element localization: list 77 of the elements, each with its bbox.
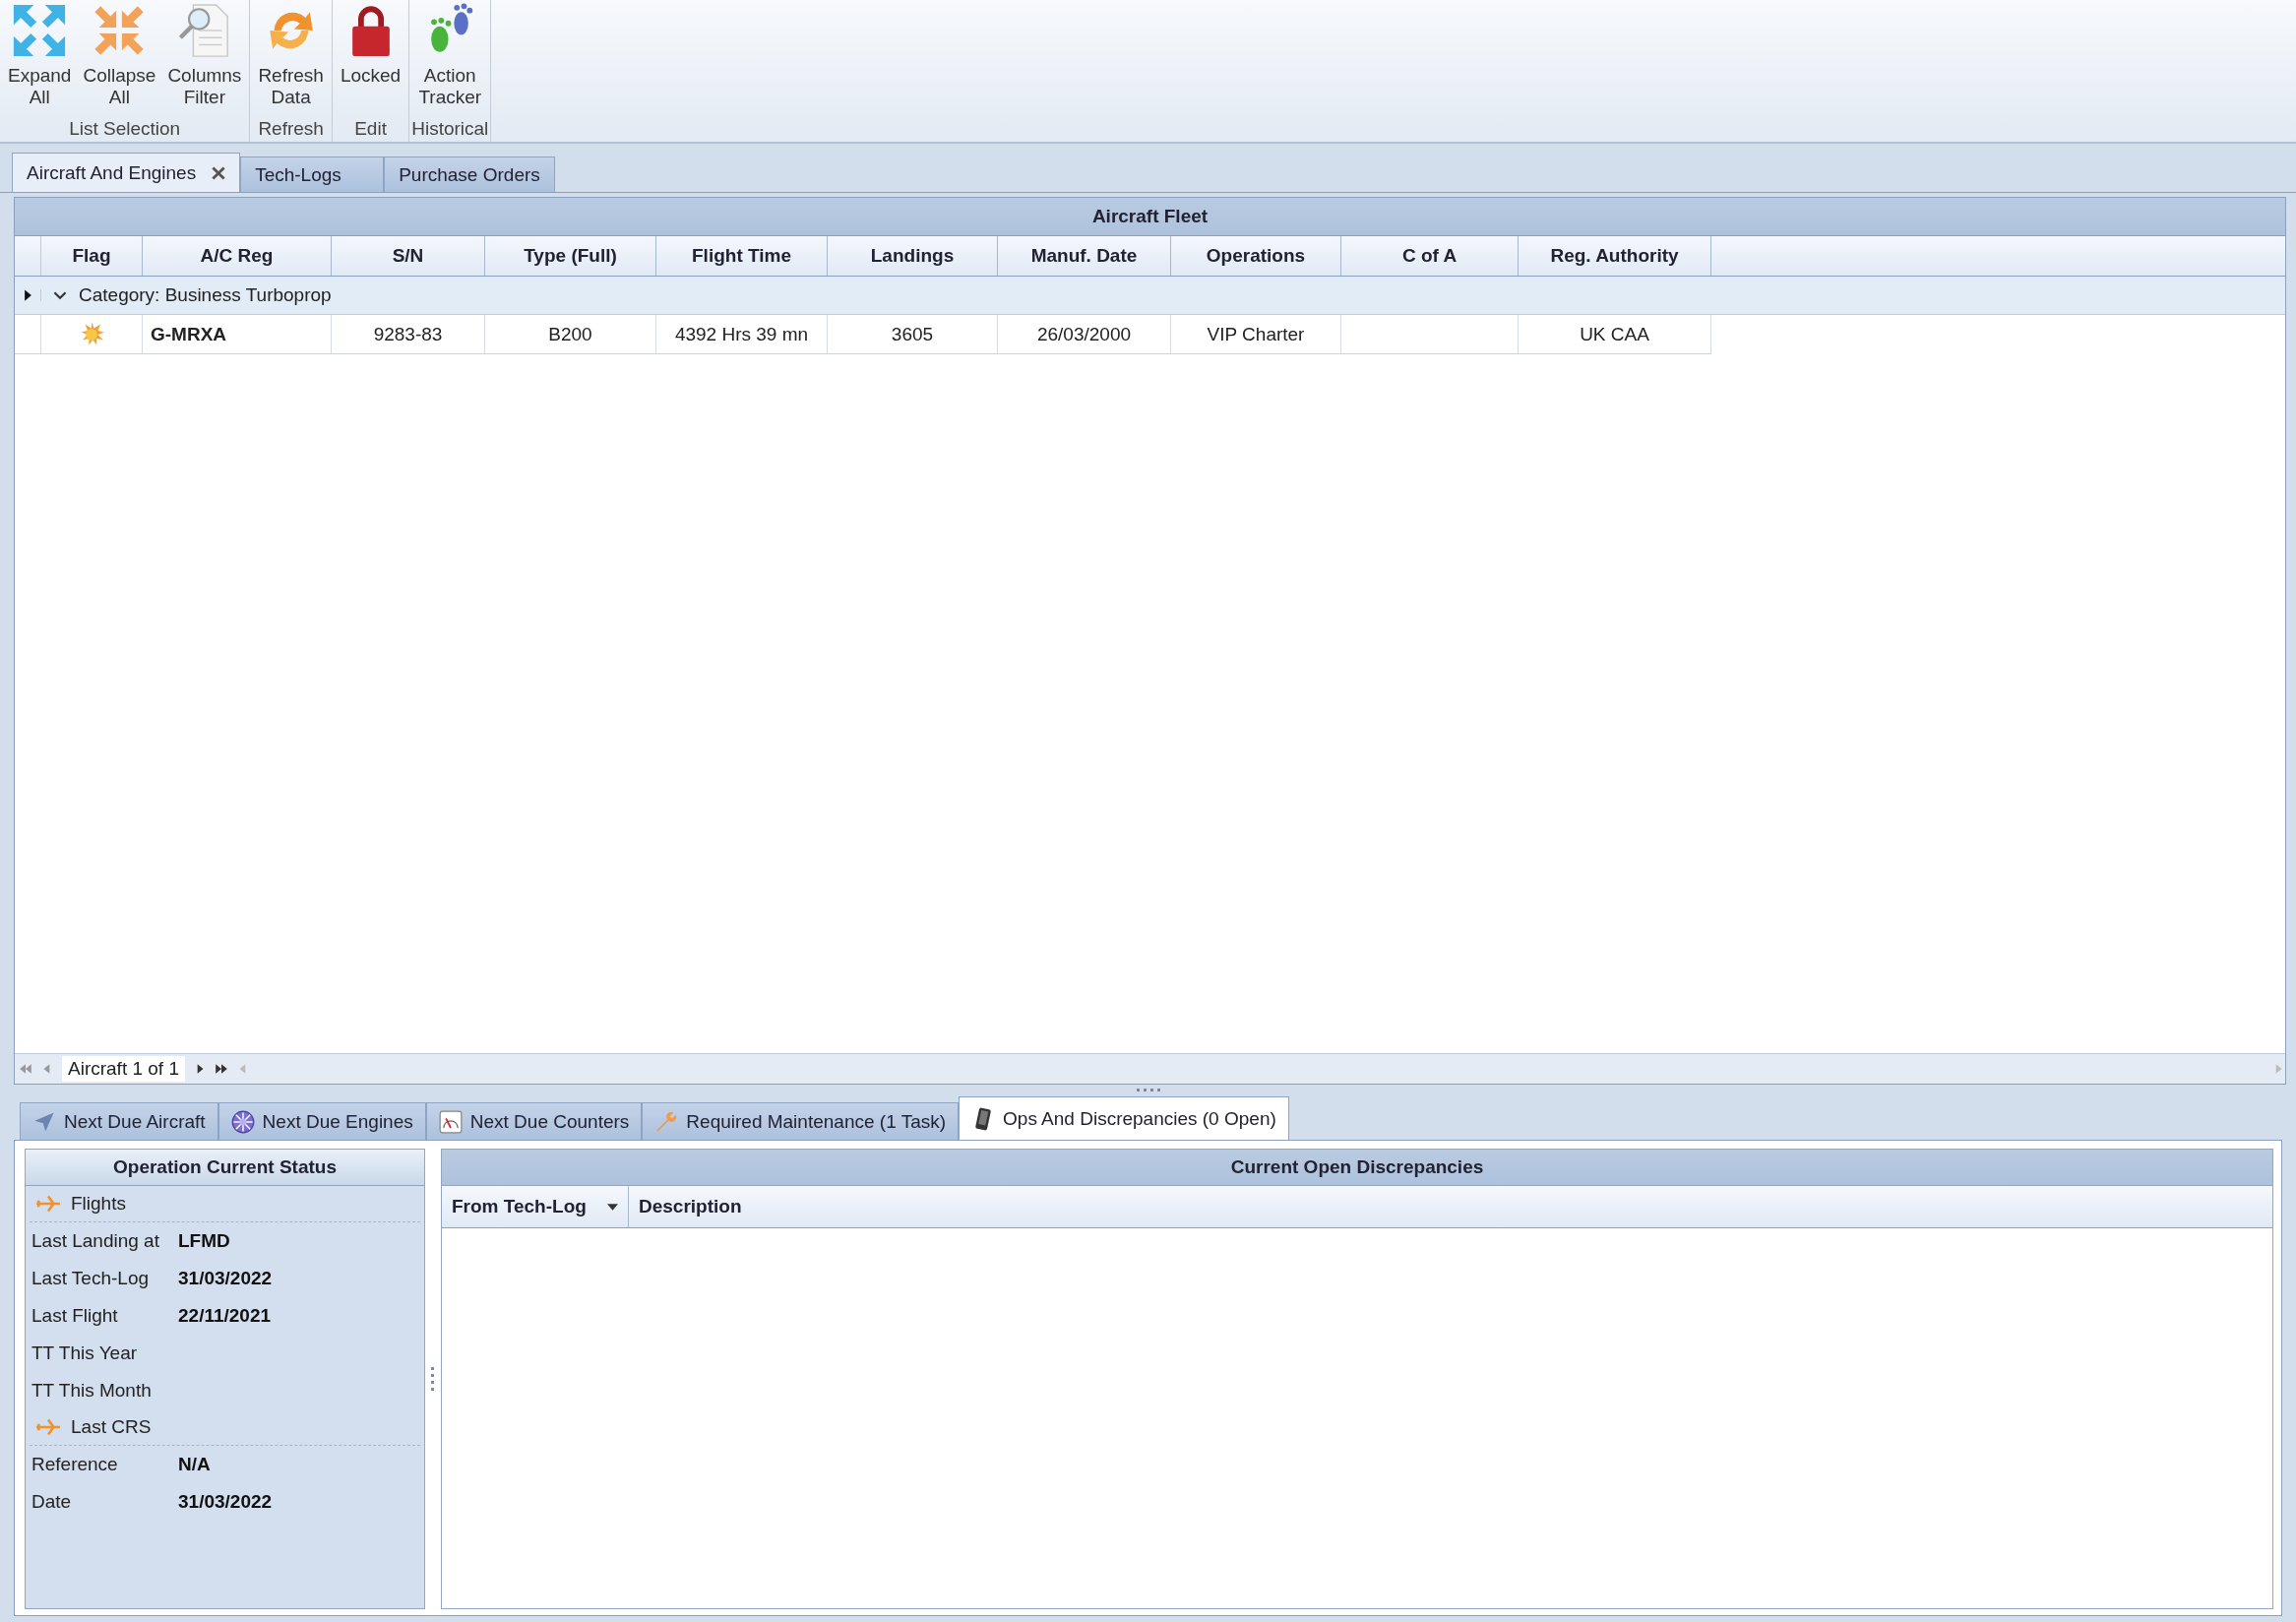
ribbon-group-label: Historical [411, 118, 489, 141]
field-value: 31/03/2022 [178, 1268, 273, 1289]
field-label: Last Tech-Log [31, 1268, 150, 1289]
wrench-icon [654, 1109, 679, 1134]
gauge-icon [438, 1109, 463, 1134]
column-header[interactable]: Operations [1171, 236, 1341, 276]
pager-label: Aircraft 1 of 1 [62, 1056, 185, 1082]
table-cell: UK CAA [1519, 315, 1711, 353]
ribbon-group-label: Edit [354, 118, 387, 141]
document-tab[interactable]: Aircraft And Engines [12, 153, 241, 192]
ribbon-button[interactable]: Locked [334, 0, 407, 118]
column-header[interactable]: A/C Reg [143, 236, 332, 276]
section-title: Flights [71, 1193, 126, 1215]
close-icon[interactable] [212, 165, 226, 180]
group-label: Category: Business Turboprop [79, 284, 332, 306]
field-value: N/A [178, 1454, 211, 1475]
detail-tab[interactable]: Next Due Counters [425, 1102, 643, 1140]
field-value: LFMD [178, 1230, 230, 1252]
splitter-grip[interactable] [431, 1367, 435, 1391]
detail-tab[interactable]: Ops And Discrepancies (0 Open) [959, 1096, 1289, 1140]
panel-title: Operation Current Status [26, 1150, 424, 1186]
table-cell: VIP Charter [1171, 315, 1341, 353]
field-label: Reference [31, 1454, 119, 1475]
tab-label: Next Due Aircraft [64, 1110, 206, 1133]
column-header[interactable]: Description [629, 1186, 752, 1227]
panel-title: Current Open Discrepancies [442, 1150, 2272, 1186]
table-cell: 4392 Hrs 39 mn [656, 315, 828, 353]
ribbon-button[interactable]: Refresh Data [252, 0, 330, 118]
tab-label: Purchase Orders [399, 163, 540, 186]
airplane-icon [35, 1195, 61, 1213]
fan-icon [230, 1109, 255, 1134]
column-header[interactable]: Reg. Authority [1519, 236, 1711, 276]
ribbon-group-label: Refresh [258, 118, 324, 141]
document-tab[interactable]: Purchase Orders [384, 156, 555, 192]
ribbon-button[interactable]: Action Tracker [412, 0, 488, 118]
field-label: TT This Year [31, 1342, 139, 1364]
field-label: Last Flight [31, 1305, 119, 1327]
field-label: Last Landing at [31, 1230, 160, 1252]
table-cell: 26/03/2000 [998, 315, 1171, 353]
document-tab[interactable]: Tech-Logs [240, 156, 385, 192]
tab-label: Aircraft And Engines [27, 161, 197, 184]
field-value: 22/11/2021 [178, 1305, 272, 1327]
tab-label: Next Due Counters [469, 1110, 630, 1133]
column-header[interactable]: Type (Full) [485, 236, 656, 276]
ribbon-button[interactable]: Collapse All [77, 0, 162, 118]
column-header[interactable]: S/N [332, 236, 485, 276]
detail-tab[interactable]: Next Due Engines [217, 1102, 426, 1140]
column-header[interactable]: Flight Time [656, 236, 828, 276]
tab-label: Ops And Discrepancies (0 Open) [1003, 1107, 1276, 1130]
first-page-icon[interactable] [19, 1063, 32, 1075]
tab-label: Next Due Engines [262, 1110, 413, 1133]
dropdown-caret-icon[interactable] [607, 1203, 618, 1211]
detail-tab[interactable]: Next Due Aircraft [20, 1102, 218, 1140]
column-header[interactable]: Landings [828, 236, 998, 276]
splitter-grip[interactable] [1135, 1089, 1161, 1092]
ribbon-group-label: List Selection [69, 118, 181, 141]
column-header[interactable]: Manuf. Date [998, 236, 1171, 276]
table-cell: 3605 [828, 315, 998, 353]
table-cell: G-MRXA [143, 315, 332, 353]
tab-label: Tech-Logs [255, 163, 341, 186]
field-label: TT This Month [31, 1380, 153, 1402]
ribbon-button[interactable]: Columns Filter [161, 0, 248, 118]
airplane-icon [32, 1109, 56, 1134]
field-label: Date [31, 1491, 73, 1513]
column-header[interactable]: C of A [1341, 236, 1519, 276]
column-header[interactable]: Flag [41, 236, 143, 276]
section-title: Last CRS [71, 1416, 152, 1438]
ribbon-button[interactable]: Expand All [2, 0, 78, 118]
table-cell: B200 [485, 315, 656, 353]
detail-tab[interactable]: Required Maintenance (1 Task) [642, 1102, 960, 1140]
column-header[interactable]: From Tech-Log [442, 1186, 629, 1227]
airplane-icon [35, 1418, 61, 1436]
grid-title: Aircraft Fleet [15, 198, 2285, 236]
field-value: 31/03/2022 [178, 1491, 273, 1513]
tab-label: Required Maintenance (1 Task) [686, 1110, 947, 1133]
last-page-icon[interactable] [215, 1063, 228, 1075]
table-cell: 9283-83 [332, 315, 485, 353]
